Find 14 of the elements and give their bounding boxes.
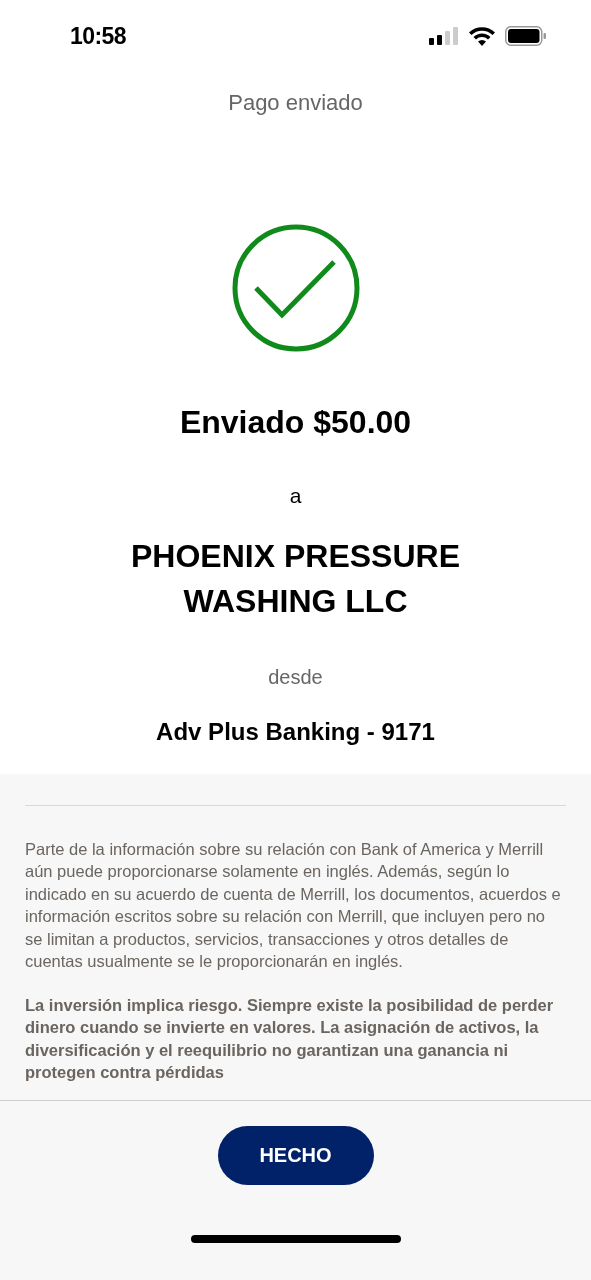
done-button[interactable]: HECHO — [217, 1125, 374, 1185]
disclosure-paragraph: La inversión implica riesgo. Siempre existe la posibilidad de perder dinero cuando se invierte en valores. La asignación de activos, la diversificación y el reequilibrio no garantizan una ganancia ni protegen contra pérdidas — [25, 994, 555, 1083]
to-label: a — [289, 483, 302, 509]
recipient-name: PHOENIX PRESSURE WASHING LLC — [130, 536, 461, 621]
check-circle-icon — [231, 224, 360, 352]
status-time: 10:58 — [70, 21, 126, 51]
screen-title: Pago enviado — [228, 89, 363, 117]
wifi-icon — [469, 26, 495, 46]
account-name: Adv Plus Banking - 9171 — [156, 716, 435, 747]
signal-icon — [429, 27, 459, 45]
amount-sent: Enviado $50.00 — [179, 403, 412, 442]
from-label: desde — [268, 664, 323, 690]
disclosure-paragraph: Parte de la información sobre su relación con Bank of America y Merrill aún puede proporcionarse solamente en inglés. Además, según lo indicado en su acuerdo de cuenta de Merrill, los documentos, acuerdos e información escritos sobre su relación con Merrill, que incluyen pero no se limitan a productos, servicios, transacciones y otros detalles de cuentas usualmente se le proporcionarán en inglés. — [25, 838, 562, 972]
battery-icon — [505, 26, 547, 46]
